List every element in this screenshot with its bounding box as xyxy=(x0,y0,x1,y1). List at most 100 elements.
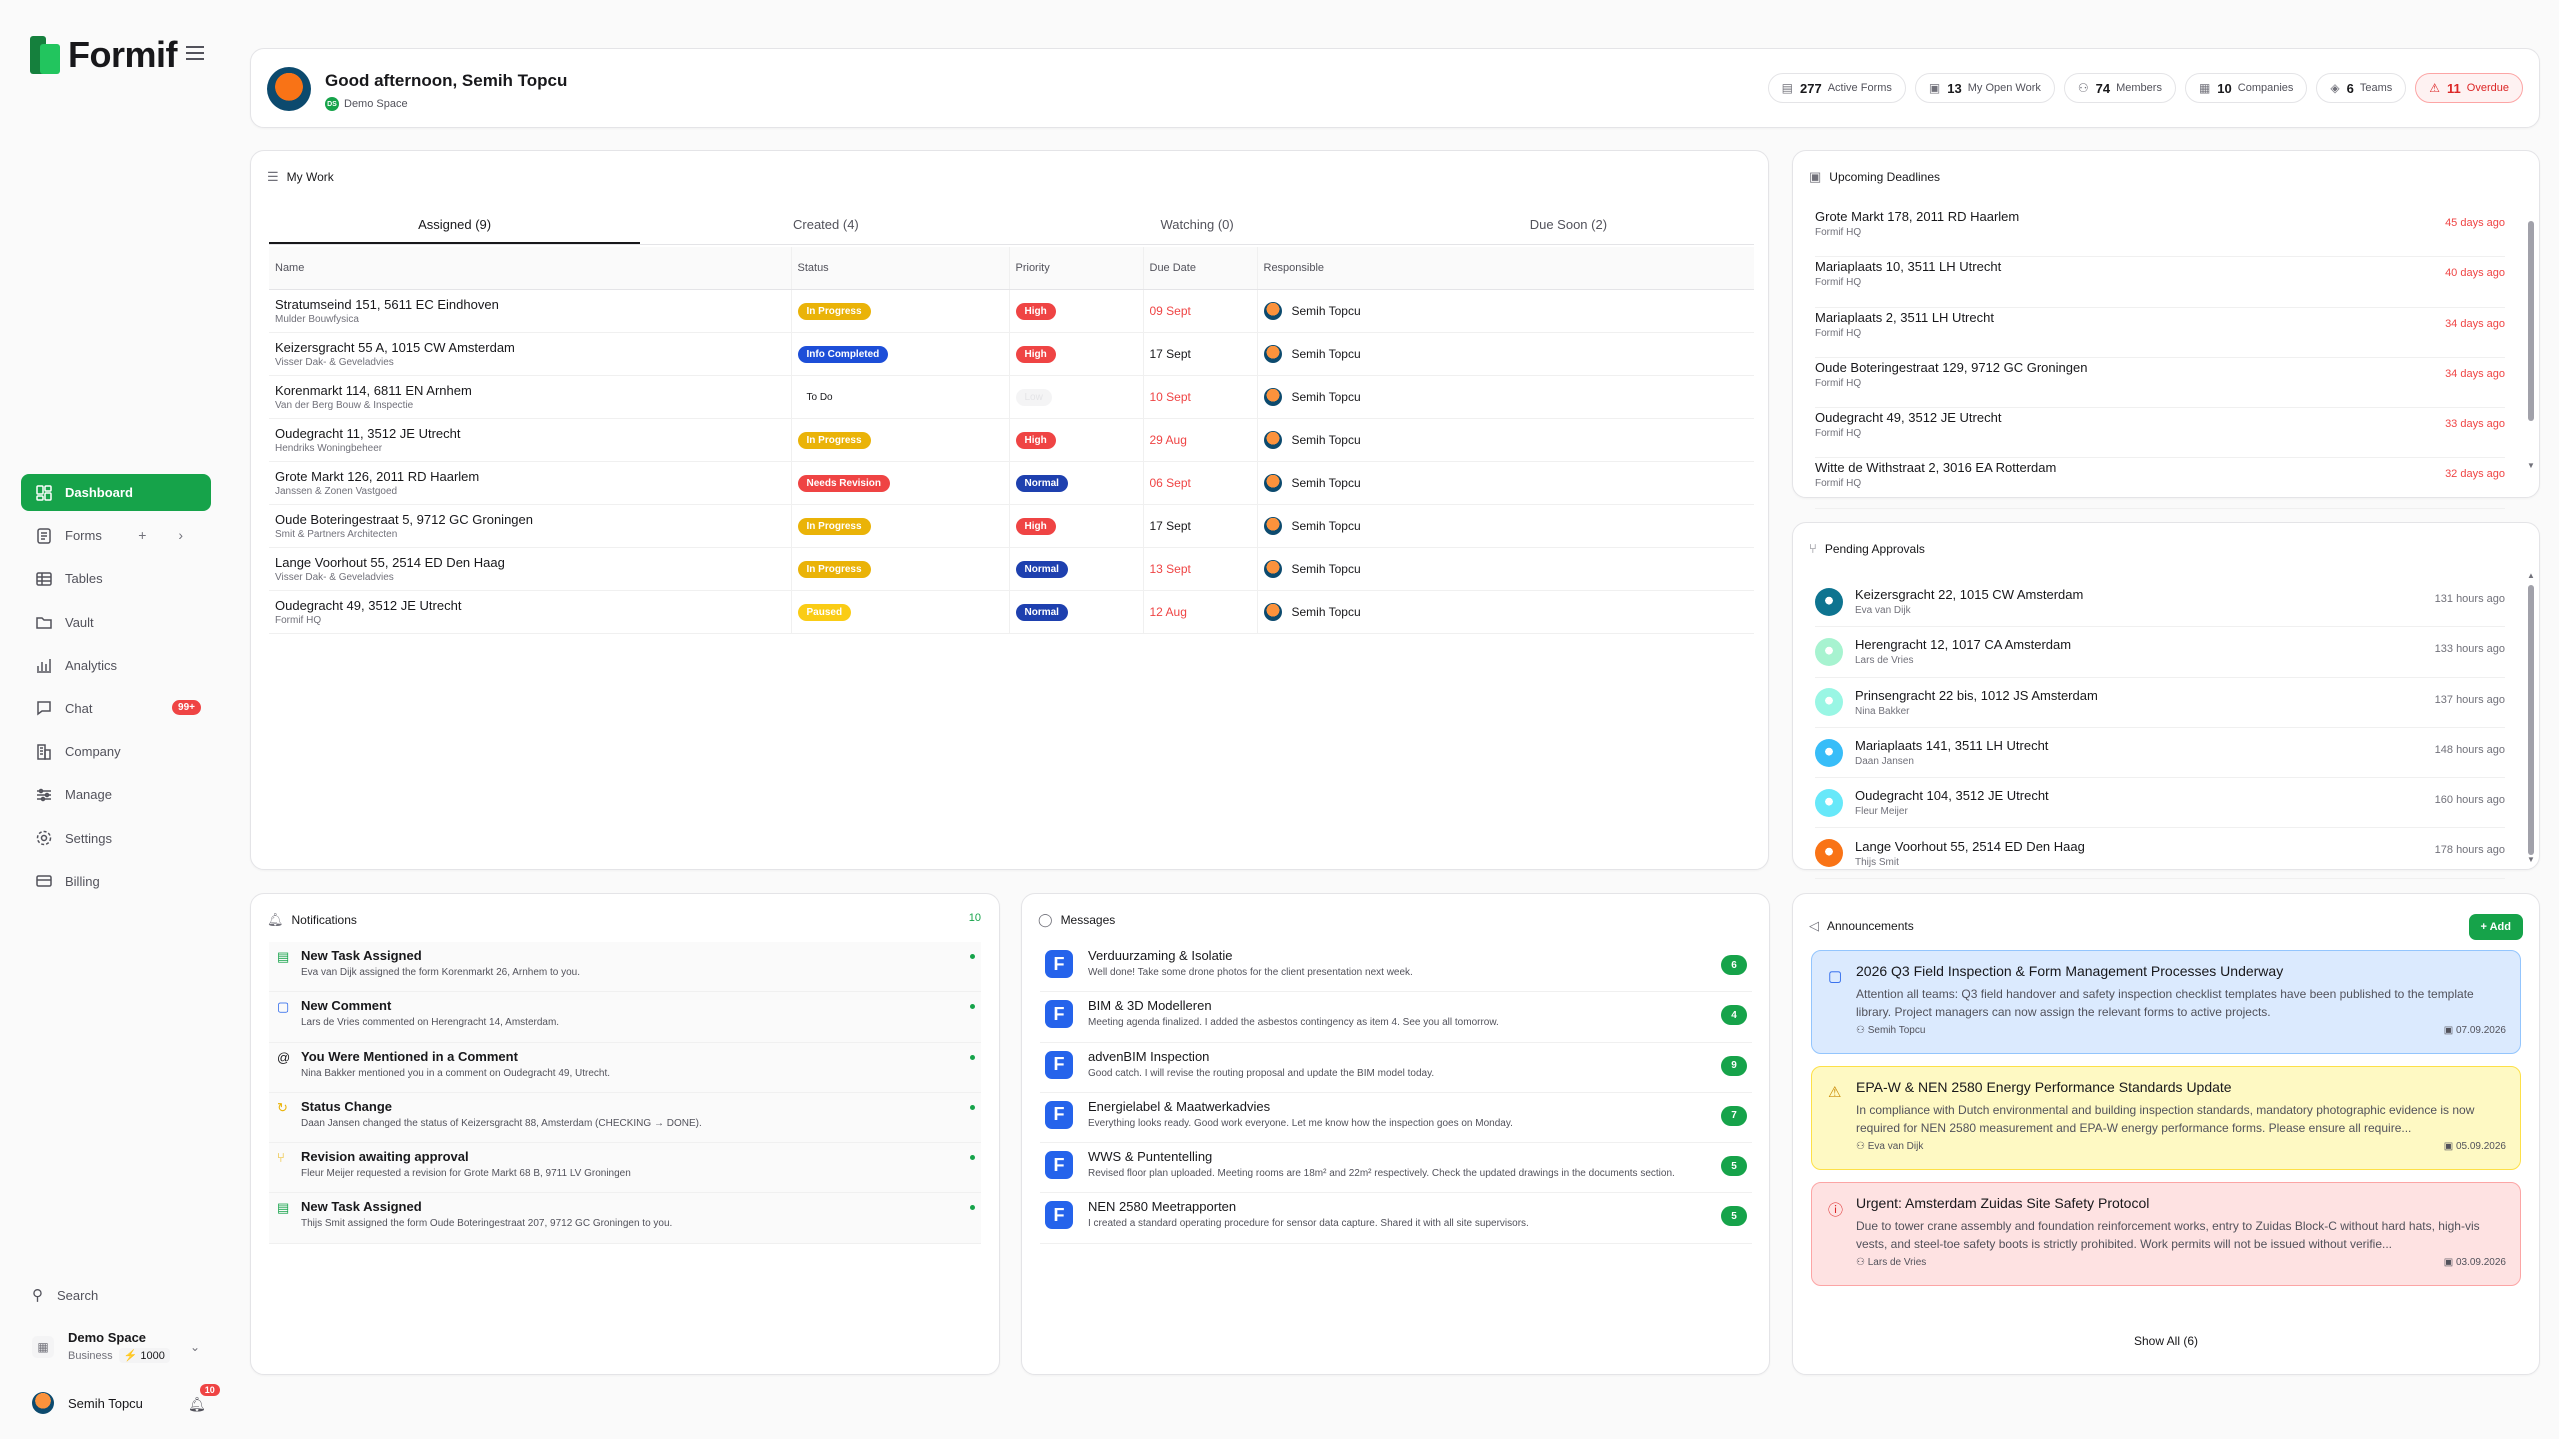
column-header-due-date[interactable]: Due Date xyxy=(1142,247,1257,290)
list-item[interactable]: Keizersgracht 22, 1015 CW Amsterdam Eva v… xyxy=(1815,577,2505,628)
list-item[interactable]: Witte de Withstraat 2, 3016 EA Rotterdam… xyxy=(1815,458,2505,509)
tab-created[interactable]: Created (4) xyxy=(640,203,1011,244)
avatar xyxy=(1815,839,1843,868)
sidebar-item-billing[interactable]: Billing xyxy=(21,863,211,900)
approval-person: Thijs Smit xyxy=(1855,856,1899,868)
deadline-company: Formif HQ xyxy=(1815,327,1862,339)
stat-value: 74 xyxy=(2095,80,2111,96)
table-row[interactable]: Oudegracht 11, 3512 JE Utrecht Hendriks W… xyxy=(269,418,1754,462)
formif-app-icon: F xyxy=(1045,1201,1073,1230)
forms-add-expand-icon[interactable]: + › xyxy=(138,527,197,543)
avatar xyxy=(1263,516,1282,535)
table-row[interactable]: Keizersgracht 55 A, 1015 CW Amsterdam Vis… xyxy=(269,332,1754,376)
announcement-text: In compliance with Dutch environmental a… xyxy=(1856,1103,2475,1135)
column-header-responsible[interactable]: Responsible xyxy=(1256,247,1754,290)
responsible-name: Semih Topcu xyxy=(1291,518,1361,533)
message-item[interactable]: F NEN 2580 Meetrapporten I created a stand… xyxy=(1040,1193,1752,1244)
stat-teams[interactable]: ◈ 6 Teams xyxy=(2316,73,2407,103)
user-icon: ⚇ xyxy=(1856,1141,1868,1152)
message-item[interactable]: F WWS & Puntentelling Revised floor plan u… xyxy=(1040,1143,1752,1194)
list-item[interactable]: Oude Boteringestraat 129, 9712 GC Gronin… xyxy=(1815,358,2505,409)
notification-item[interactable]: ▢ New Comment Lars de Vries commented on H… xyxy=(269,992,981,1043)
announcement-card[interactable]: ⓘ Urgent: Amsterdam Zuidas Site Safety Pr… xyxy=(1811,1182,2521,1286)
notification-item[interactable]: @ You Were Mentioned in a Comment Nina Bak… xyxy=(269,1042,981,1093)
status-badge: Info Completed xyxy=(797,346,889,363)
tab-watching[interactable]: Watching (0) xyxy=(1012,203,1383,244)
hamburger-menu-icon[interactable] xyxy=(186,46,204,60)
add-announcement-button[interactable]: + Add xyxy=(2468,914,2523,940)
user-profile[interactable]: Semih Topcu xyxy=(32,1392,143,1414)
status-badge: Needs Revision xyxy=(797,475,890,492)
column-header-name[interactable]: Name xyxy=(269,247,791,290)
deadlines-scrollbar[interactable]: ▼ xyxy=(2527,207,2535,507)
list-item[interactable]: Prinsengracht 22 bis, 1012 JS Amsterdam N… xyxy=(1815,678,2505,728)
company-name: Hendriks Woningbeheer xyxy=(275,442,383,454)
stat-members[interactable]: ⚇ 74 Members xyxy=(2063,73,2176,103)
notification-item[interactable]: ⑂ Revision awaiting approval Fleur Meijer … xyxy=(269,1143,981,1194)
sidebar-item-company[interactable]: Company xyxy=(21,733,211,770)
table-row[interactable]: Lange Voorhout 55, 2514 ED Den Haag Visse… xyxy=(269,547,1754,591)
show-all-button[interactable]: Show All (6) xyxy=(1793,1334,2539,1348)
message-item[interactable]: F Verduurzaming & Isolatie Well done! Take… xyxy=(1040,942,1752,993)
responsible-cell: Semih Topcu xyxy=(1256,332,1754,376)
status-badge: In Progress xyxy=(797,561,871,578)
due-date: 29 Aug xyxy=(1149,432,1187,447)
chat-unread-badge: 99+ xyxy=(172,699,201,715)
announcement-date: ▣ 07.09.2026 xyxy=(2444,1025,2506,1036)
message-item[interactable]: FadvenBIM Inspection Good catch. I will r… xyxy=(1040,1043,1752,1093)
list-item[interactable]: Oudegracht 104, 3512 JE Utrecht Fleur Mei… xyxy=(1815,778,2505,829)
status-cell: Paused xyxy=(790,590,1009,634)
space-switcher[interactable]: ▦ Demo Space Business ⚡ 1000 ⌄ xyxy=(32,1330,202,1363)
sidebar-item-settings[interactable]: Settings xyxy=(21,820,211,857)
sidebar-item-analytics[interactable]: Analytics xyxy=(21,647,211,684)
deadline-form-name: Mariaplaats 10, 3511 LH Utrecht xyxy=(1815,259,2002,275)
message-item[interactable]: F Energielabel & Maatwerkadvies Everything… xyxy=(1040,1093,1752,1144)
table-row[interactable]: Oudegracht 49, 3512 JE Utrecht Formif HQ P… xyxy=(269,590,1754,634)
list-item[interactable]: Lange Voorhout 55, 2514 ED Den Haag Thijs… xyxy=(1815,828,2505,879)
notifications-bell-icon[interactable]: 🔔︎ 10 xyxy=(188,1384,220,1413)
sidebar-search[interactable]: ⚲ Search xyxy=(32,1286,98,1304)
announcement-card[interactable]: ⚠ EPA-W & NEN 2580 Energy Performance Sta… xyxy=(1811,1066,2521,1170)
table-row[interactable]: Oude Boteringestraat 5, 9712 GC Groninge… xyxy=(269,504,1754,548)
sidebar-item-vault[interactable]: Vault xyxy=(21,604,211,641)
table-row[interactable]: Stratumseind 151, 5611 EC Eindhoven Mulde… xyxy=(269,289,1754,333)
company-name: Janssen & Zonen Vastgoed xyxy=(275,485,398,497)
list-item[interactable]: Mariaplaats 10, 3511 LH Utrecht Formif HQ… xyxy=(1815,257,2505,308)
tab-due-soon[interactable]: Due Soon (2) xyxy=(1383,203,1754,244)
list-item[interactable]: Mariaplaats 141, 3511 LH Utrecht Daan Jan… xyxy=(1815,728,2505,779)
name-cell: Oudegracht 11, 3512 JE Utrecht Hendriks W… xyxy=(269,418,791,462)
list-item[interactable]: Oudegracht 49, 3512 JE Utrecht Formif HQ 3… xyxy=(1815,408,2505,459)
stat-overdue[interactable]: ⚠ 11 Overdue xyxy=(2415,73,2523,103)
app-logo[interactable]: Formif xyxy=(30,34,178,76)
sidebar-item-tables[interactable]: Tables xyxy=(21,560,211,597)
sidebar-item-forms[interactable]: Forms + › xyxy=(21,517,211,554)
stat-my-open-work[interactable]: ▣ 13 My Open Work xyxy=(1914,73,2055,103)
notification-item[interactable]: ▤ New Task Assigned Eva van Dijk assigned … xyxy=(269,942,981,993)
stat-active-forms[interactable]: ▤ 277 Active Forms xyxy=(1767,73,1906,103)
stat-companies[interactable]: ▦ 10 Companies xyxy=(2184,73,2308,103)
deadline-company: Formif HQ xyxy=(1815,478,1862,490)
sidebar-item-chat[interactable]: Chat 99+ xyxy=(21,690,211,727)
table-row[interactable]: Grote Markt 126, 2011 RD Haarlem Janssen … xyxy=(269,461,1754,505)
sidebar-item-manage[interactable]: Manage xyxy=(21,776,211,813)
list-item[interactable]: Mariaplaats 2, 3511 LH Utrecht Formif HQ 3… xyxy=(1815,308,2505,358)
manage-icon xyxy=(35,786,53,804)
table-row[interactable]: Korenmarkt 114, 6811 EN Arnhem Van der Be… xyxy=(269,375,1754,419)
list-item[interactable]: Grote Markt 178, 2011 RD Haarlem Formif H… xyxy=(1815,207,2505,258)
tab-assigned[interactable]: Assigned (9) xyxy=(269,203,641,244)
approvals-scrollbar[interactable]: ▲ ▼ xyxy=(2527,571,2535,871)
announcement-meta: ⚇ Semih Topcu ▣ 07.09.2026 xyxy=(1856,1025,2506,1036)
notification-item[interactable]: ↻ Status Change Daan Jansen changed the st… xyxy=(269,1092,981,1144)
notification-title: New Task Assigned xyxy=(301,948,422,963)
message-item[interactable]: F BIM & 3D Modelleren Meeting agenda final… xyxy=(1040,992,1752,1043)
approval-time: 160 hours ago xyxy=(2434,794,2505,807)
vault-icon xyxy=(35,613,53,631)
notification-text: Thijs Smit assigned the form Oude Boteri… xyxy=(301,1218,673,1230)
stat-label: Overdue xyxy=(2466,82,2509,94)
column-header-priority[interactable]: Priority xyxy=(1008,247,1143,290)
list-item[interactable]: Herengracht 12, 1017 CA Amsterdam Lars de… xyxy=(1815,627,2505,678)
column-header-status[interactable]: Status xyxy=(790,247,1009,290)
sidebar-item-dashboard[interactable]: Dashboard xyxy=(21,474,211,511)
announcement-card[interactable]: ▢ 2026 Q3 Field Inspection & Form Managem… xyxy=(1811,950,2521,1054)
notification-item[interactable]: ▤ New Task Assigned Thijs Smit assigned th… xyxy=(269,1193,981,1244)
